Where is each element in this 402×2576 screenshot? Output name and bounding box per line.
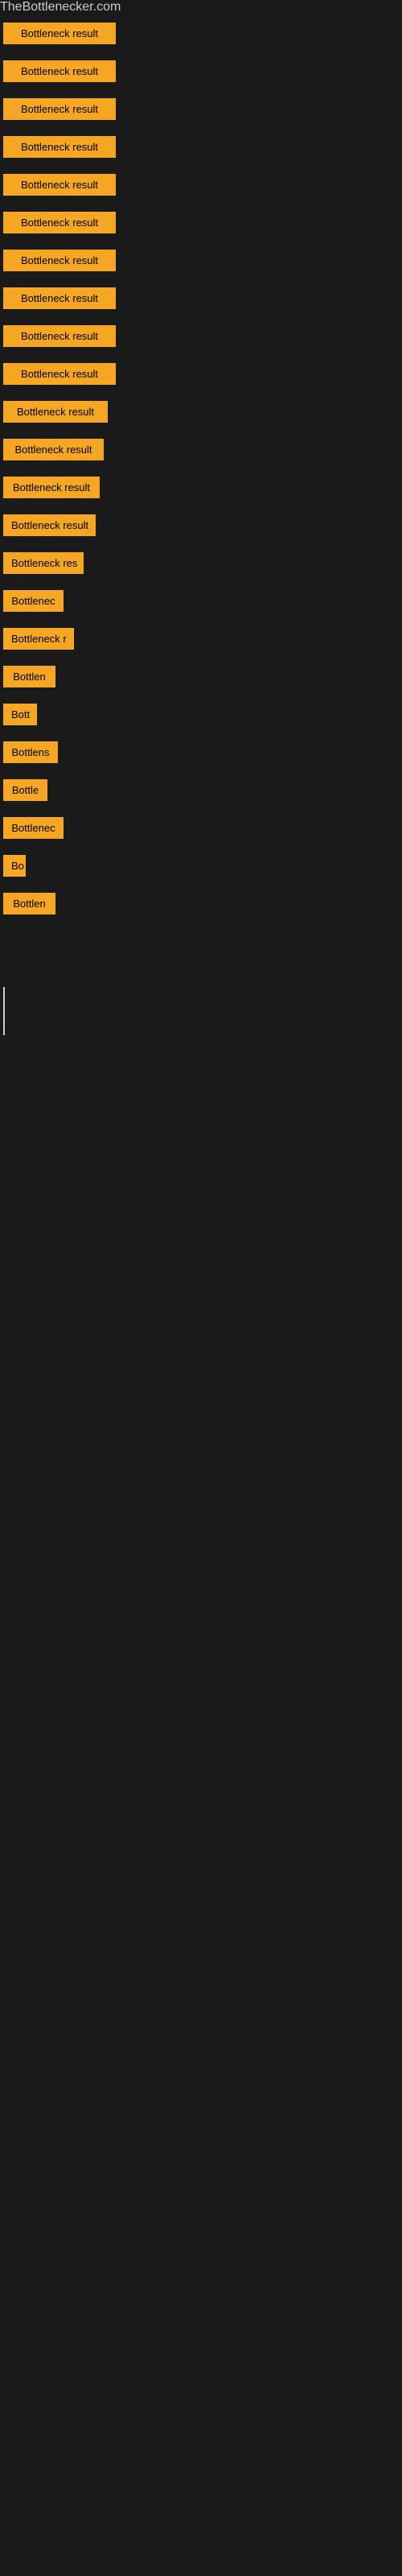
button-row-23: Bo [0,847,402,885]
bottleneck-result-button-6[interactable]: Bottleneck result [3,212,116,233]
button-row-3: Bottleneck result [0,90,402,128]
bottleneck-result-button-18[interactable]: Bottlen [3,666,55,687]
button-row-22: Bottlenec [0,809,402,847]
bottleneck-result-button-15[interactable]: Bottleneck res [3,552,84,574]
cursor-area [0,987,402,1309]
bottleneck-result-button-17[interactable]: Bottleneck r [3,628,74,650]
button-row-15: Bottleneck res [0,544,402,582]
button-row-14: Bottleneck result [0,506,402,544]
bottleneck-result-button-9[interactable]: Bottleneck result [3,325,116,347]
button-row-13: Bottleneck result [0,469,402,506]
button-row-24: Bottlen [0,885,402,923]
button-row-11: Bottleneck result [0,393,402,431]
bottleneck-result-button-12[interactable]: Bottleneck result [3,439,104,460]
button-row-7: Bottleneck result [0,242,402,279]
site-title: TheBottlenecker.com [0,0,402,14]
button-row-16: Bottlenec [0,582,402,620]
bottleneck-result-button-14[interactable]: Bottleneck result [3,514,96,536]
button-row-18: Bottlen [0,658,402,696]
bottleneck-result-button-20[interactable]: Bottlens [3,741,58,763]
bottleneck-result-button-23[interactable]: Bo [3,855,26,877]
bottleneck-result-button-10[interactable]: Bottleneck result [3,363,116,385]
button-row-2: Bottleneck result [0,52,402,90]
button-row-17: Bottleneck r [0,620,402,658]
button-row-19: Bott [0,696,402,733]
button-row-9: Bottleneck result [0,317,402,355]
button-row-6: Bottleneck result [0,204,402,242]
bottleneck-result-button-4[interactable]: Bottleneck result [3,136,116,158]
button-row-10: Bottleneck result [0,355,402,393]
bottleneck-result-button-11[interactable]: Bottleneck result [3,401,108,423]
cursor-line [3,987,5,1035]
button-row-8: Bottleneck result [0,279,402,317]
bottleneck-result-button-24[interactable]: Bottlen [3,893,55,914]
bottleneck-result-button-8[interactable]: Bottleneck result [3,287,116,309]
button-row-5: Bottleneck result [0,166,402,204]
bottleneck-result-button-7[interactable]: Bottleneck result [3,250,116,271]
bottleneck-result-button-1[interactable]: Bottleneck result [3,23,116,44]
bottleneck-result-button-22[interactable]: Bottlenec [3,817,64,839]
bottleneck-result-button-21[interactable]: Bottle [3,779,47,801]
button-row-12: Bottleneck result [0,431,402,469]
button-row-21: Bottle [0,771,402,809]
buttons-container: Bottleneck result Bottleneck result Bottle… [0,14,402,923]
button-row-4: Bottleneck result [0,128,402,166]
button-row-20: Bottlens [0,733,402,771]
bottleneck-result-button-2[interactable]: Bottleneck result [3,60,116,82]
bottleneck-result-button-3[interactable]: Bottleneck result [3,98,116,120]
button-row-1: Bottleneck result [0,14,402,52]
bottleneck-result-button-5[interactable]: Bottleneck result [3,174,116,196]
bottleneck-result-button-19[interactable]: Bott [3,704,37,725]
bottleneck-result-button-13[interactable]: Bottleneck result [3,477,100,498]
bottleneck-result-button-16[interactable]: Bottlenec [3,590,64,612]
